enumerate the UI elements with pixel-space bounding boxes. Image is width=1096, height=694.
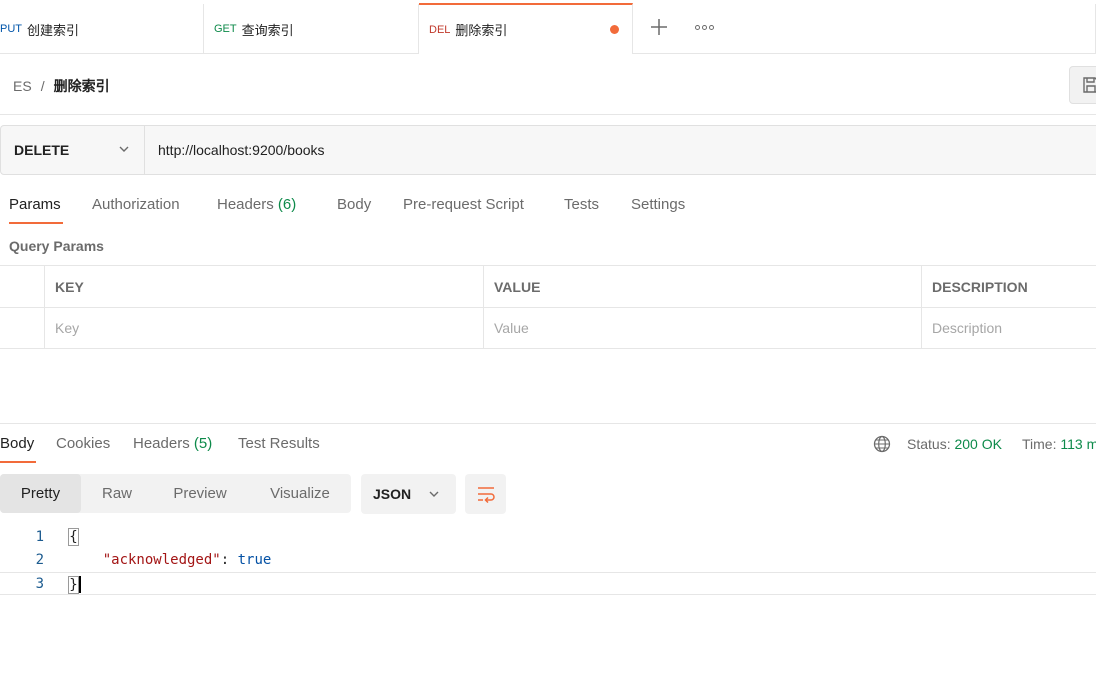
save-button[interactable]	[1069, 66, 1096, 104]
tab-pre-request-script[interactable]: Pre-request Script	[403, 196, 524, 213]
more-dots-icon	[694, 24, 700, 30]
url-value: http://localhost:9200/books	[158, 142, 325, 158]
request-tabs: Params Authorization Headers (6) Body Pr…	[0, 190, 1096, 226]
view-preview-button[interactable]: Preview	[160, 474, 240, 513]
response-body-editor[interactable]: 1 { 2 "acknowledged": true 3 }	[0, 526, 1096, 595]
tab-body[interactable]: Body	[337, 196, 371, 213]
tab-authorization[interactable]: Authorization	[92, 196, 180, 213]
breadcrumb: ES / 删除索引	[13, 76, 110, 96]
more-tabs-button[interactable]	[690, 14, 718, 40]
description-input[interactable]: Description	[921, 308, 1096, 348]
code-text: }	[68, 575, 81, 594]
json-value: true	[237, 552, 272, 568]
time-label: Time:	[1022, 436, 1057, 452]
json-colon: :	[220, 552, 238, 568]
active-response-tab-indicator	[0, 461, 36, 463]
tab-tests[interactable]: Tests	[564, 196, 599, 213]
tab-settings[interactable]: Settings	[631, 196, 685, 213]
response-tab-cookies[interactable]: Cookies	[56, 435, 110, 452]
code-line-active: 3 }	[0, 572, 1096, 595]
wrap-lines-button[interactable]	[465, 474, 506, 514]
response-tab-headers[interactable]: Headers (5)	[133, 435, 212, 452]
more-dots-icon	[708, 24, 714, 30]
chevron-down-icon	[119, 146, 129, 152]
tab-params[interactable]: Params	[9, 196, 61, 213]
line-number: 1	[35, 529, 44, 545]
table-header-row: KEY VALUE DESCRIPTION	[0, 265, 1096, 307]
column-header-value: VALUE	[483, 266, 922, 307]
tab-label: 删除索引	[455, 23, 508, 38]
code-line: 2 "acknowledged": true	[0, 549, 1096, 572]
request-bar: DELETE http://localhost:9200/books	[0, 125, 1096, 175]
new-tab-button[interactable]	[646, 14, 672, 40]
tab-method: PUT	[0, 23, 22, 35]
view-pretty-button[interactable]: Pretty	[0, 474, 81, 513]
response-tab-body[interactable]: Body	[0, 435, 34, 452]
url-input[interactable]: http://localhost:9200/books	[145, 126, 1096, 174]
row-checkbox-cell	[0, 308, 45, 348]
tab-label: 创建索引	[27, 22, 80, 38]
query-params-table: KEY VALUE DESCRIPTION Key Value Descript…	[0, 265, 1096, 349]
breadcrumb-collection[interactable]: ES	[13, 78, 32, 94]
code-text: "acknowledged": true	[69, 552, 272, 568]
code-text: {	[68, 528, 79, 546]
status-value: 200 OK	[954, 436, 1002, 452]
response-tab-test-results[interactable]: Test Results	[238, 435, 320, 452]
unsaved-dot-icon	[610, 25, 619, 34]
save-icon	[1083, 77, 1096, 93]
tab-strip: PUT 创建索引 GET 查询索引 DEL 删除索引	[0, 0, 1096, 54]
view-visualize-button[interactable]: Visualize	[255, 474, 345, 513]
tab-method: GET	[214, 23, 237, 35]
tab-method: DEL	[429, 23, 451, 36]
line-number: 3	[35, 576, 44, 592]
format-select[interactable]: JSON	[361, 474, 456, 514]
breadcrumb-separator: /	[40, 78, 45, 94]
request-header: ES / 删除索引	[0, 55, 1096, 115]
code-line: 1 {	[0, 526, 1096, 549]
response-tab-headers-count: (5)	[193, 435, 213, 452]
table-row: Key Value Description	[0, 307, 1096, 349]
tab-headers[interactable]: Headers (6)	[217, 196, 296, 213]
close-brace: }	[68, 575, 79, 594]
value-input[interactable]: Value	[483, 308, 922, 348]
format-value: JSON	[373, 486, 412, 502]
time-value: 113 m	[1060, 436, 1096, 452]
tab-label: 查询索引	[241, 22, 294, 38]
response-status[interactable]: Status: 200 OK	[907, 436, 1002, 452]
response-tabs: Body Cookies Headers (5) Test Results St…	[0, 424, 1096, 464]
status-label: Status:	[907, 436, 951, 452]
checkbox-column-header	[0, 266, 45, 307]
column-header-key: KEY	[44, 266, 484, 307]
tab-get-query-index[interactable]: GET 查询索引	[204, 4, 419, 54]
active-tab-indicator	[9, 222, 63, 224]
tab-del-delete-index[interactable]: DEL 删除索引	[419, 3, 633, 54]
wrap-lines-icon	[477, 487, 495, 503]
more-dots-icon	[701, 24, 707, 30]
tab-headers-label: Headers	[217, 196, 274, 213]
view-raw-button[interactable]: Raw	[88, 474, 146, 513]
plus-icon	[651, 19, 667, 35]
view-mode-group: Pretty Raw Preview Visualize	[0, 474, 351, 513]
response-tab-headers-label: Headers	[133, 435, 190, 452]
method-select[interactable]: DELETE	[1, 126, 145, 174]
line-number: 2	[35, 552, 44, 568]
query-params-title: Query Params	[9, 238, 104, 254]
column-header-description: DESCRIPTION	[921, 266, 1096, 307]
response-time[interactable]: Time: 113 m	[1022, 436, 1096, 452]
globe-icon[interactable]	[873, 435, 891, 453]
open-brace: {	[68, 528, 79, 546]
method-value: DELETE	[14, 142, 70, 158]
tab-put-create-index[interactable]: PUT 创建索引	[0, 4, 204, 54]
key-input[interactable]: Key	[44, 308, 484, 348]
tab-headers-count: (6)	[277, 196, 297, 213]
json-key: "acknowledged"	[102, 552, 221, 568]
text-caret	[79, 576, 81, 593]
chevron-down-icon	[429, 491, 439, 497]
breadcrumb-request-name[interactable]: 删除索引	[54, 76, 110, 96]
